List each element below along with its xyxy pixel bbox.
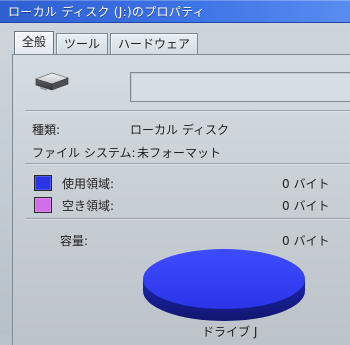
tab-hardware[interactable]: ハードウェア — [110, 33, 199, 54]
free-space-label: 空き領域: — [62, 199, 115, 213]
used-space-swatch — [34, 175, 52, 191]
disk-usage-pie — [143, 249, 305, 321]
type-value: ローカル ディスク — [130, 123, 229, 137]
hard-drive-icon — [35, 72, 69, 91]
capacity-label: 容量: — [60, 234, 89, 248]
divider-top — [25, 110, 350, 111]
drive-caption: ドライブ J — [202, 325, 258, 339]
used-space-value: 0 バイト — [282, 177, 330, 191]
divider-middle — [25, 163, 350, 164]
filesystem-value: 未フォーマット — [137, 146, 222, 160]
filesystem-label: ファイル システム: — [32, 146, 136, 160]
volume-name-input[interactable] — [130, 72, 350, 102]
divider-bottom — [25, 218, 350, 219]
free-space-value: 0 バイト — [282, 199, 330, 213]
tab-general[interactable]: 全般 — [14, 31, 55, 54]
properties-dialog: ローカル ディスク (J:)のプロパティ 全般 ツール ハードウェア 種類: ロ… — [0, 0, 350, 345]
title-bar[interactable]: ローカル ディスク (J:)のプロパティ — [0, 0, 350, 23]
used-space-label: 使用領域: — [62, 177, 115, 191]
type-label: 種類: — [32, 123, 61, 137]
tab-tools[interactable]: ツール — [56, 33, 109, 54]
tab-bar: 全般 ツール ハードウェア — [14, 31, 200, 55]
window-title: ローカル ディスク (J:)のプロパティ — [8, 5, 206, 19]
free-space-swatch — [34, 197, 52, 213]
